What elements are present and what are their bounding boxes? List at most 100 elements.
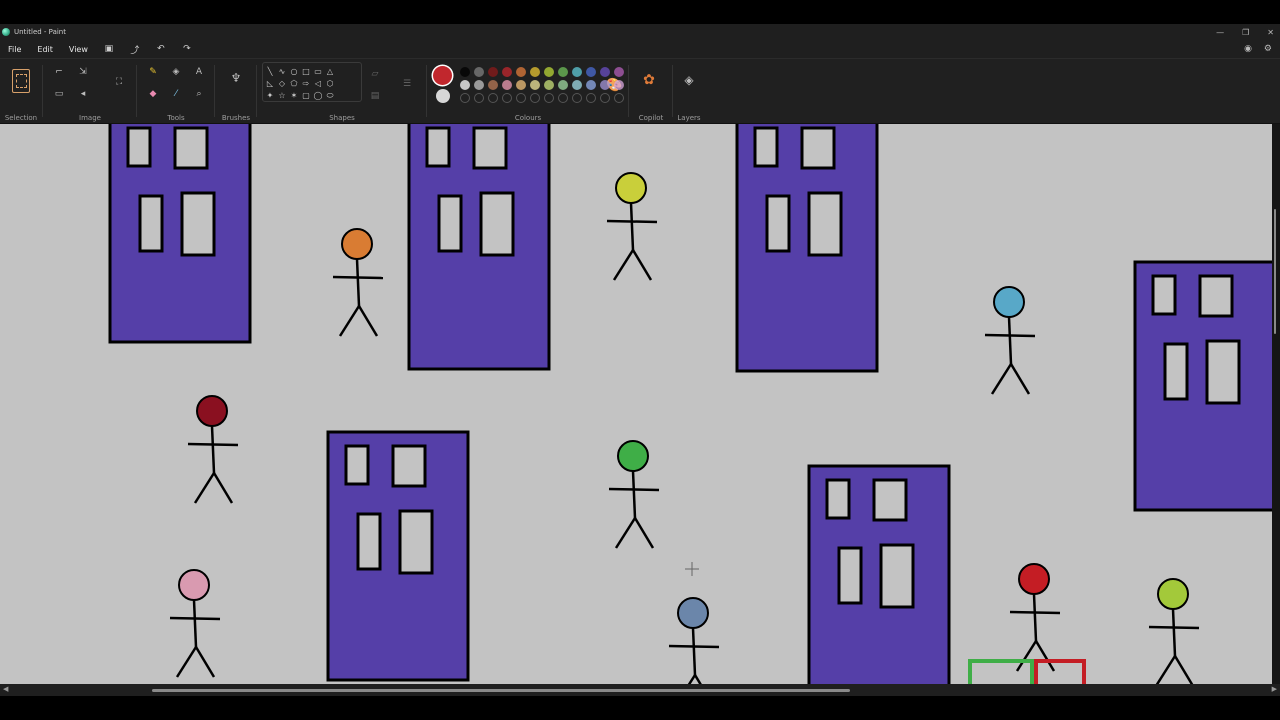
colour-swatch[interactable]: [474, 67, 484, 77]
colour-swatch[interactable]: [488, 80, 498, 90]
stick-figure-arms: [187, 442, 239, 447]
minimize-icon[interactable]: —: [1216, 28, 1224, 37]
flip-icon[interactable]: ◂: [76, 87, 90, 101]
vertical-scroll-thumb[interactable]: [1274, 209, 1276, 334]
eraser-icon[interactable]: ◆: [146, 87, 160, 101]
custom-colour-slot[interactable]: [530, 93, 540, 103]
rotate-icon[interactable]: ▭: [52, 87, 66, 101]
colours-label: Colours: [514, 114, 542, 122]
right-arrow-shape-icon[interactable]: ⇨: [300, 79, 312, 88]
custom-colour-slot[interactable]: [488, 93, 498, 103]
custom-colour-slot[interactable]: [558, 93, 568, 103]
oval-shape-icon[interactable]: ○: [288, 67, 300, 76]
menu-edit[interactable]: Edit: [29, 45, 61, 54]
colour-swatch[interactable]: [502, 80, 512, 90]
five-point-star-shape-icon[interactable]: ☆: [276, 91, 288, 100]
redo-icon[interactable]: ↷: [174, 44, 200, 54]
copilot-icon[interactable]: ✿: [642, 73, 656, 87]
colour-swatch[interactable]: [530, 67, 540, 77]
rectangle-shape-icon[interactable]: □: [300, 67, 312, 76]
custom-colour-slot[interactable]: [572, 93, 582, 103]
secondary-colour-swatch[interactable]: [436, 89, 450, 103]
hexagon-shape-icon[interactable]: ⬡: [324, 79, 336, 88]
stick-figure-body: [355, 258, 361, 307]
colour-swatch[interactable]: [614, 67, 624, 77]
undo-icon[interactable]: ↶: [148, 44, 174, 54]
size-icon[interactable]: ☰: [400, 77, 414, 91]
colour-swatch[interactable]: [558, 67, 568, 77]
line-shape-icon[interactable]: ╲: [264, 67, 276, 76]
colour-swatch[interactable]: [488, 67, 498, 77]
selection-icon[interactable]: [12, 69, 30, 93]
colour-swatch[interactable]: [572, 80, 582, 90]
image-select-icon[interactable]: ⛶: [112, 75, 126, 89]
menu-view[interactable]: View: [61, 45, 96, 54]
custom-colour-slot[interactable]: [460, 93, 470, 103]
shape-fill-icon[interactable]: ▤: [368, 89, 382, 103]
magnifier-icon[interactable]: ⌕: [192, 87, 206, 101]
custom-colour-slot[interactable]: [600, 93, 610, 103]
colour-swatch[interactable]: [460, 80, 470, 90]
colour-swatch[interactable]: [600, 80, 610, 90]
paint-window: Untitled - Paint — ❐ ✕ File Edit View ▣ …: [0, 24, 1280, 696]
current-colour-swatch[interactable]: [433, 66, 452, 85]
pencil-icon[interactable]: ✎: [146, 65, 160, 79]
custom-colour-slot[interactable]: [474, 93, 484, 103]
resize-icon[interactable]: ⇲: [76, 65, 90, 79]
colour-swatch[interactable]: [572, 67, 582, 77]
brush-icon[interactable]: ♆: [229, 71, 243, 85]
drawing-canvas[interactable]: [0, 124, 1272, 684]
colour-swatch[interactable]: [516, 67, 526, 77]
fill-icon[interactable]: ◈: [169, 65, 183, 79]
oval-callout-shape-icon[interactable]: ◯: [312, 91, 324, 100]
vertical-scrollbar[interactable]: [1272, 124, 1278, 684]
building-window: [356, 512, 382, 571]
colour-swatch[interactable]: [600, 67, 610, 77]
rounded-rect-shape-icon[interactable]: ▭: [312, 67, 324, 76]
colour-swatch[interactable]: [474, 80, 484, 90]
maximize-icon[interactable]: ❐: [1242, 28, 1249, 37]
colour-swatch[interactable]: [586, 80, 596, 90]
stick-figure-body: [629, 202, 635, 251]
colour-swatch[interactable]: [544, 80, 554, 90]
horizontal-scroll-thumb[interactable]: [152, 689, 850, 692]
horizontal-scrollbar[interactable]: ◀ ▶: [0, 684, 1280, 696]
rounded-callout-shape-icon[interactable]: ▢: [300, 91, 312, 100]
scroll-left-icon[interactable]: ◀: [3, 685, 8, 693]
colour-swatch[interactable]: [558, 80, 568, 90]
pentagon-shape-icon[interactable]: ⬠: [288, 79, 300, 88]
cloud-callout-shape-icon[interactable]: ⬭: [324, 91, 336, 101]
outline-icon[interactable]: ▱: [368, 67, 382, 81]
menu-bar: File Edit View ▣ ⤴ ↶ ↷ ◉ ⚙: [0, 40, 1280, 58]
custom-colour-slot[interactable]: [614, 93, 624, 103]
colour-swatch[interactable]: [530, 80, 540, 90]
share-icon[interactable]: ⤴: [122, 43, 148, 56]
colour-swatch[interactable]: [516, 80, 526, 90]
right-triangle-shape-icon[interactable]: ◺: [264, 79, 276, 88]
triangle-shape-icon[interactable]: △: [324, 67, 336, 76]
crop-icon[interactable]: ⌐: [52, 65, 66, 79]
layers-icon[interactable]: ◈: [682, 73, 696, 87]
custom-colour-slot[interactable]: [586, 93, 596, 103]
custom-colour-slot[interactable]: [502, 93, 512, 103]
left-arrow-shape-icon[interactable]: ◁: [312, 79, 324, 88]
color-picker-icon[interactable]: ⁄: [169, 87, 183, 101]
colour-swatch[interactable]: [614, 80, 624, 90]
close-icon[interactable]: ✕: [1267, 28, 1274, 37]
colour-swatch[interactable]: [460, 67, 470, 77]
scroll-right-icon[interactable]: ▶: [1272, 685, 1277, 693]
colour-swatch[interactable]: [502, 67, 512, 77]
account-icon[interactable]: ◉: [1244, 44, 1252, 54]
six-point-star-shape-icon[interactable]: ✶: [288, 91, 300, 100]
four-point-star-shape-icon[interactable]: ✦: [264, 91, 276, 100]
save-icon[interactable]: ▣: [96, 44, 122, 54]
colour-swatch[interactable]: [544, 67, 554, 77]
colour-swatch[interactable]: [586, 67, 596, 77]
custom-colour-slot[interactable]: [544, 93, 554, 103]
curve-shape-icon[interactable]: ∿: [276, 67, 288, 76]
settings-icon[interactable]: ⚙: [1264, 44, 1272, 54]
text-icon[interactable]: A: [192, 65, 206, 79]
menu-file[interactable]: File: [0, 45, 29, 54]
custom-colour-slot[interactable]: [516, 93, 526, 103]
diamond-shape-icon[interactable]: ◇: [276, 79, 288, 88]
